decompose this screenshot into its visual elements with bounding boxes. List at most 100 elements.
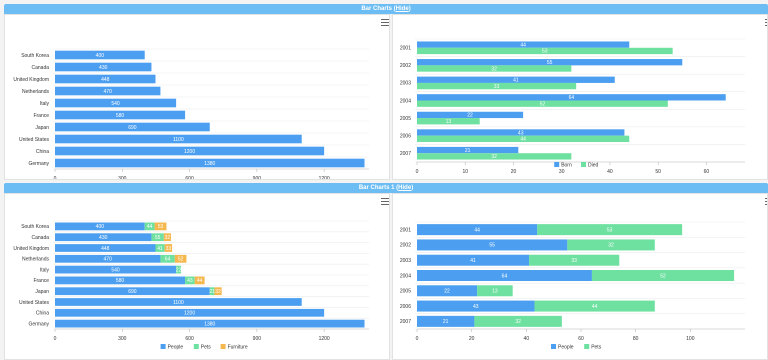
data-label: 21 [465, 148, 471, 154]
section-title-2: Bar Charts 1 [358, 185, 395, 191]
data-label: 44 [474, 227, 480, 233]
chart-born-died: 0 10 20 30 40 50 60 2001 2002 2003 2004 2005 2006 200… [400, 38, 745, 175]
category-label: 2002 [400, 63, 411, 69]
x-tick-label: 60 [578, 336, 584, 342]
data-label: 1200 [184, 149, 195, 155]
chart-panel-stacked-years: 0 20 40 60 80 100 2001 2002 2003 2004 2005 2006 2007… [392, 193, 768, 360]
category-label: 2001 [400, 227, 411, 233]
data-label: 44 [520, 137, 526, 143]
chart-countries: 0 300 600 900 1200 South Korea Canada United Ki… [13, 48, 369, 180]
chart-stacked-countries: 0 300 600 900 1200 South Korea Canada United Ki… [13, 220, 369, 351]
legend-swatch [160, 344, 166, 349]
x-tick-label: 30 [559, 169, 565, 175]
data-label: 1100 [173, 137, 184, 143]
data-label: 470 [104, 257, 113, 263]
chart-stacked-years: 0 20 40 60 80 100 2001 2002 2003 2004 2005 2006 2007… [400, 221, 745, 351]
legend-swatch [551, 344, 556, 349]
x-tick-label: 0 [54, 336, 57, 342]
category-label: 2003 [400, 81, 411, 87]
category-label: Canada [31, 235, 49, 241]
data-label: 32 [215, 289, 221, 295]
category-label: Netherlands [22, 89, 49, 95]
data-label: 32 [491, 66, 497, 72]
category-label: China [36, 149, 49, 155]
data-label: 33 [494, 84, 500, 90]
category-label: 2007 [400, 319, 411, 325]
data-label: 53 [542, 49, 548, 55]
x-tick-label: 0 [416, 336, 419, 342]
category-label: 2004 [400, 98, 411, 104]
category-label: United States [19, 300, 50, 306]
legend-swatch [584, 344, 590, 349]
data-label: 430 [99, 235, 108, 241]
category-label: United Kingdom [13, 246, 49, 252]
x-tick-label: 0 [54, 176, 57, 180]
data-label: 52 [540, 101, 546, 107]
x-tick-label: 10 [462, 169, 468, 175]
data-label: 32 [165, 235, 171, 241]
category-label: 2005 [400, 116, 411, 122]
data-label: 448 [101, 77, 110, 83]
category-label: 2004 [400, 273, 411, 279]
x-tick-label: 600 [185, 336, 194, 342]
category-label: Netherlands [22, 257, 49, 263]
x-tick-label: 900 [253, 176, 262, 180]
category-label: 2005 [400, 289, 411, 295]
legend-label: Pets [591, 345, 602, 351]
data-label: 43 [518, 130, 524, 136]
data-label: 44 [147, 224, 153, 230]
data-label: 55 [489, 243, 495, 249]
data-label: 52 [178, 257, 184, 263]
x-tick-label: 1200 [319, 336, 330, 342]
category-label: 2007 [400, 151, 411, 157]
data-label: 580 [116, 113, 125, 119]
hide-link-2[interactable]: Hide [398, 185, 411, 191]
data-label: 32 [515, 319, 521, 325]
data-label: 44 [197, 278, 203, 284]
data-label: 540 [111, 267, 120, 273]
category-label: China [36, 311, 49, 317]
data-label: 55 [155, 235, 161, 241]
data-label: 448 [101, 246, 110, 252]
data-label: 44 [592, 304, 598, 310]
data-label: 22 [444, 289, 450, 295]
data-label: 43 [187, 278, 193, 284]
hide-link-1[interactable]: Hide [396, 6, 409, 12]
category-label: France [33, 278, 49, 284]
data-label: 44 [520, 42, 526, 48]
category-label: United States [19, 137, 50, 143]
category-label: Japan [35, 125, 49, 131]
x-tick-label: 80 [633, 336, 639, 342]
data-label: 580 [116, 278, 125, 284]
data-label: 43 [473, 304, 479, 310]
category-label: United Kingdom [13, 77, 49, 83]
legend-label: Furniture [228, 345, 248, 351]
section-header-1: Bar Charts (Hide) [4, 4, 768, 14]
x-tick-label: 300 [118, 176, 127, 180]
data-label: 1380 [204, 161, 215, 167]
data-label: 33 [571, 258, 577, 264]
legend-swatch [193, 344, 199, 349]
data-label: 13 [492, 289, 498, 295]
hamburger-menu-icon[interactable] [381, 198, 389, 205]
x-tick-label: 40 [607, 169, 613, 175]
x-tick-label: 20 [511, 169, 517, 175]
data-label: 400 [96, 224, 105, 230]
data-label: 64 [502, 273, 508, 279]
data-label: 55 [547, 60, 553, 66]
category-label: 2006 [400, 133, 411, 139]
data-label: 690 [128, 125, 137, 131]
x-tick-label: 0 [416, 169, 419, 175]
data-label: 1380 [204, 321, 215, 327]
data-label: 690 [128, 289, 137, 295]
legend-label: Died [588, 163, 599, 169]
legend-label: Born [561, 163, 572, 169]
hamburger-menu-icon[interactable] [381, 19, 389, 26]
x-tick-label: 60 [704, 169, 710, 175]
category-label: South Korea [21, 53, 49, 59]
data-label: 1100 [173, 300, 184, 306]
data-label: 32 [608, 243, 614, 249]
chart-panel-stacked-countries: 0 300 600 900 1200 South Korea Canada United Ki… [4, 193, 390, 360]
data-label: 64 [569, 95, 575, 101]
data-label: 64 [165, 257, 171, 263]
